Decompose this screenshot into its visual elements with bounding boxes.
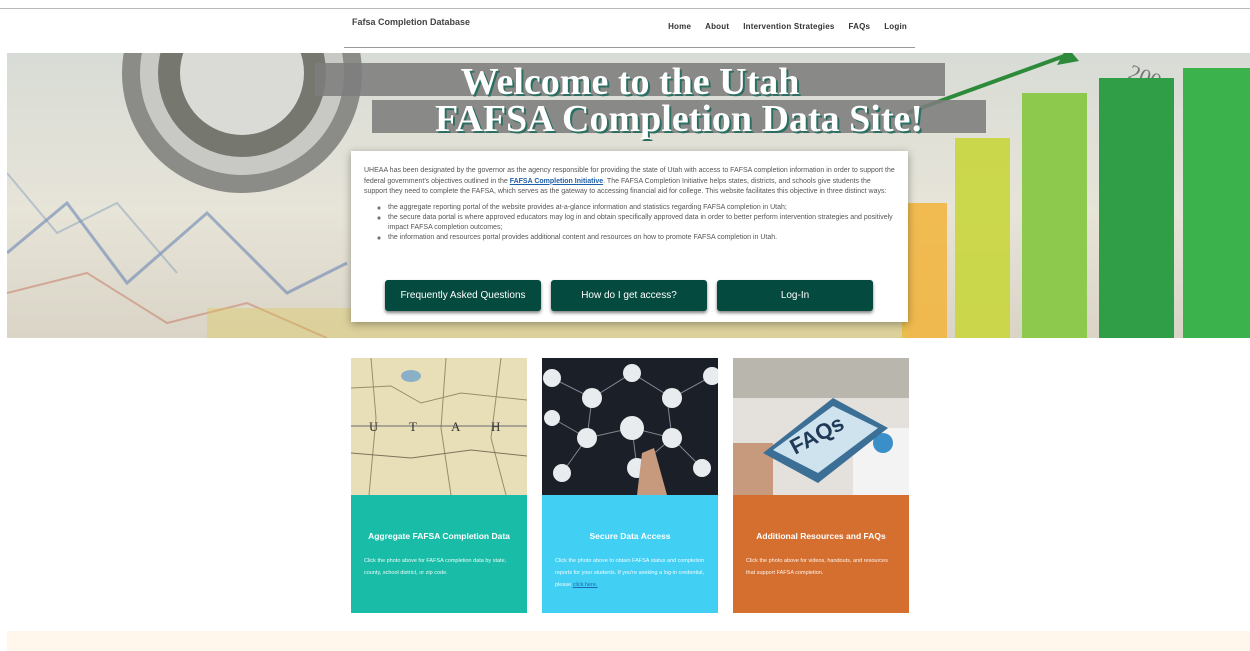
hero-title-line2: FAFSA Completion Data Site! [372,100,986,138]
map-letter: T [409,419,417,434]
card-body: Additional Resources and FAQs Click the … [733,495,909,613]
hero-banner: 200 Welcome to the Utah FAFSA Completion… [7,53,1250,338]
header-divider [344,47,915,48]
nav-faqs[interactable]: FAQs [849,22,871,31]
card-text: Click the photo above to obtain FAFSA st… [555,555,705,591]
utah-map-image[interactable]: U T A H [351,358,527,495]
card-title: Secure Data Access [589,531,671,541]
list-item: the secure data portal is where approved… [388,213,895,233]
main-nav: Home About Intervention Strategies FAQs … [668,22,907,31]
nav-login[interactable]: Login [884,22,907,31]
secure-data-card: Secure Data Access Click the photo above… [542,358,718,613]
action-buttons: Frequently Asked Questions How do I get … [385,280,873,311]
get-access-button[interactable]: How do I get access? [551,280,707,311]
card-text: Click the photo above for FAFSA completi… [364,558,507,576]
nav-about[interactable]: About [705,22,729,31]
map-letter: U [369,419,379,434]
hero-title-line1: Welcome to the Utah [315,63,945,101]
map-letter: H [491,419,500,434]
ways-list: the aggregate reporting portal of the we… [388,203,895,243]
list-item: the aggregate reporting portal of the we… [388,203,895,213]
card-title: Additional Resources and FAQs [756,531,886,541]
faq-button[interactable]: Frequently Asked Questions [385,280,541,311]
faq-image[interactable]: FAQs [733,358,909,495]
card-text: Click the photo above for videos, handou… [746,558,888,576]
intro-text: UHEAA has been designated by the governo… [364,166,895,198]
login-button[interactable]: Log-In [717,280,873,311]
map-letter: A [451,419,461,434]
portal-cards: U T A H Aggregate FAFSA Completion Data … [351,358,909,613]
resources-card: FAQs Additional Resources and FAQs Click… [733,358,909,613]
nav-intervention-strategies[interactable]: Intervention Strategies [743,22,834,31]
secure-network-image[interactable] [542,358,718,495]
card-body: Aggregate FAFSA Completion Data Click th… [351,495,527,613]
aggregate-data-card: U T A H Aggregate FAFSA Completion Data … [351,358,527,613]
intro-card: UHEAA has been designated by the governo… [351,151,908,322]
site-brand[interactable]: Fafsa Completion Database [352,17,470,27]
card-body: Secure Data Access Click the photo above… [542,495,718,613]
card-title: Aggregate FAFSA Completion Data [368,531,510,541]
click-here-link[interactable]: click here. [573,582,598,588]
fafsa-initiative-link[interactable]: FAFSA Completion Initiative [510,178,603,185]
footer-band [7,631,1250,651]
site-header: Fafsa Completion Database Home About Int… [344,0,915,48]
nav-home[interactable]: Home [668,22,691,31]
list-item: the information and resources portal pro… [388,233,895,243]
